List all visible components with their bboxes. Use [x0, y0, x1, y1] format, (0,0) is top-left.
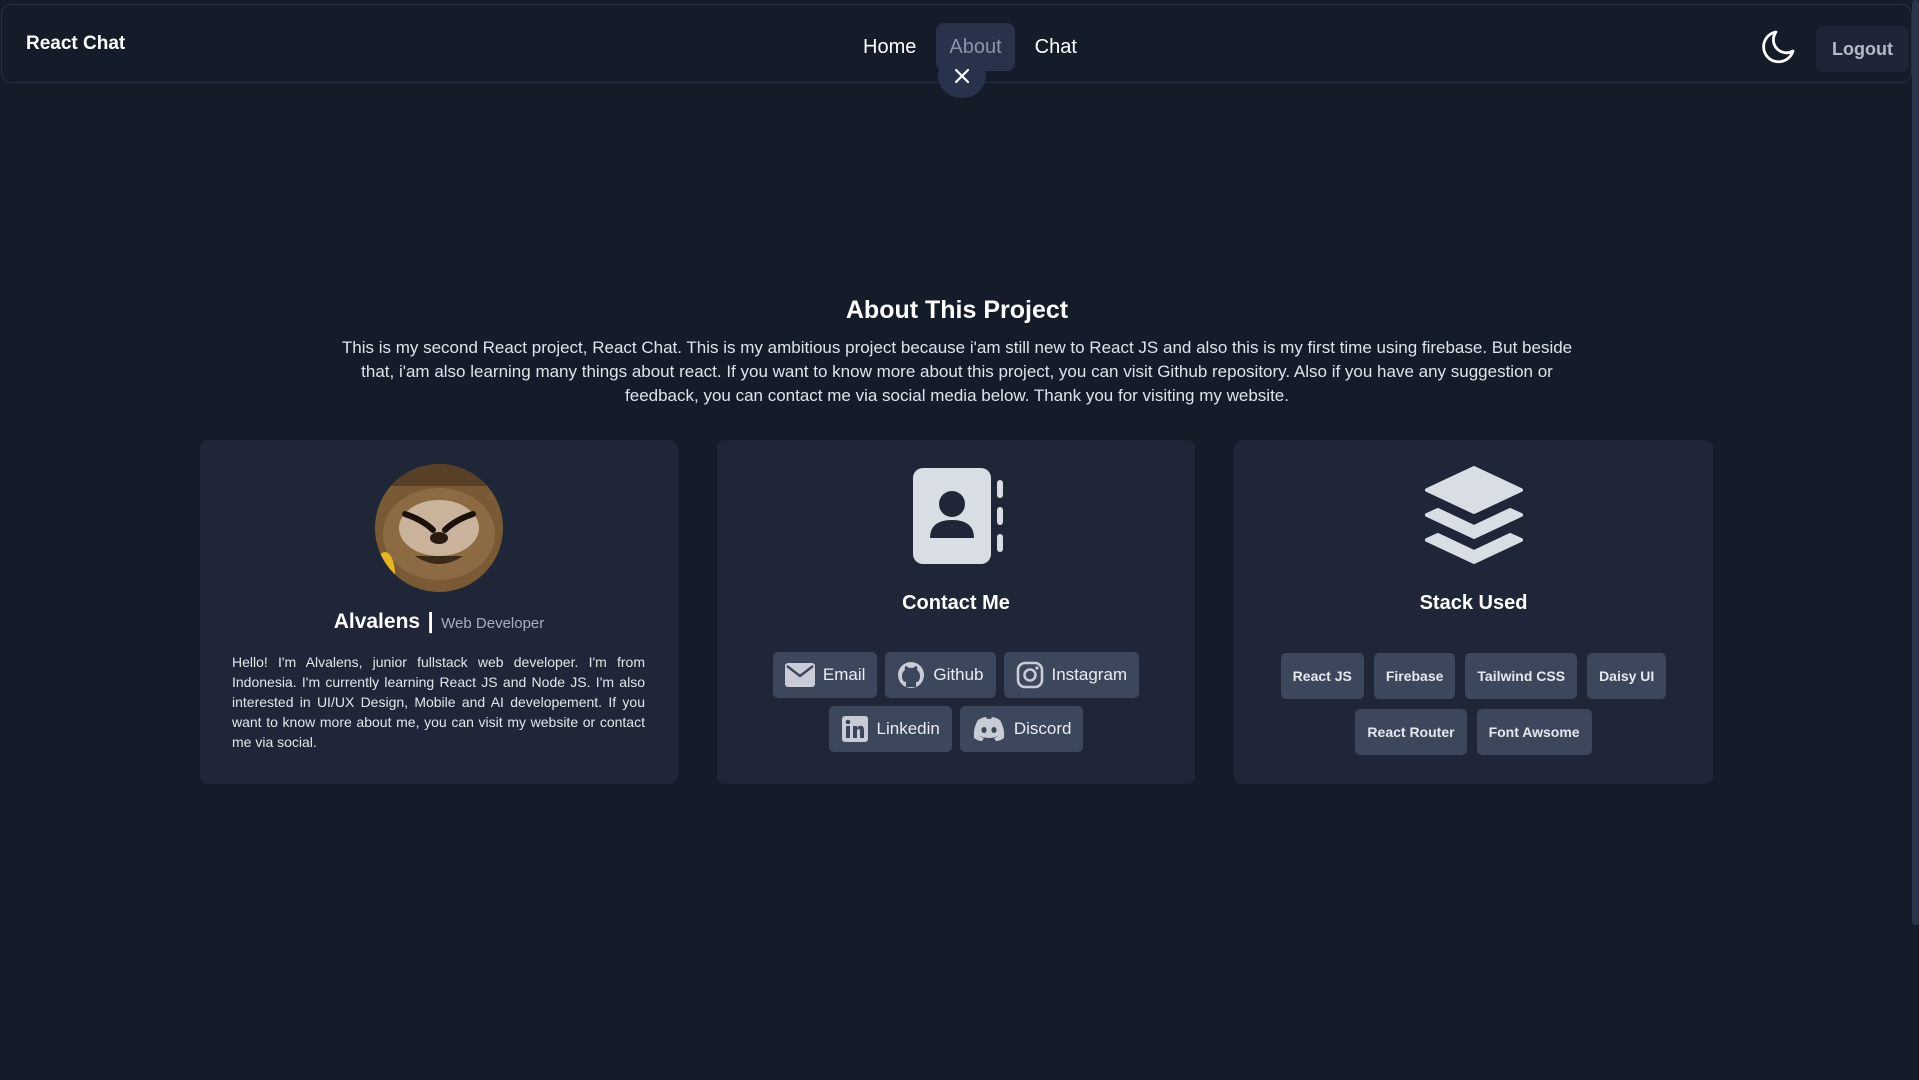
linkedin-label: Linkedin — [876, 719, 940, 738]
github-label: Github — [933, 665, 984, 684]
contact-title: Contact Me — [902, 592, 1010, 614]
stack-badge: Daisy UI — [1587, 653, 1667, 699]
theme-toggle[interactable] — [1758, 27, 1802, 71]
instagram-icon — [1016, 661, 1043, 689]
stack-card: Stack Used React JS Firebase Tailwind CS… — [1234, 440, 1713, 784]
instagram-button[interactable]: Instagram — [1003, 652, 1140, 698]
profile-heading: Alvalens | Web Developer — [200, 608, 678, 634]
github-icon — [898, 662, 925, 688]
scrollbar[interactable] — [1912, 0, 1919, 925]
avatar — [375, 464, 503, 592]
discord-icon — [973, 717, 1005, 741]
envelope-icon — [784, 663, 815, 687]
brand-logo[interactable]: React Chat — [26, 33, 125, 55]
close-button[interactable] — [938, 54, 986, 98]
page-title: About This Project — [845, 296, 1069, 324]
stack-badge: React Router — [1355, 709, 1467, 755]
social-row: Email Github Instagram — [717, 652, 1195, 698]
nav-link-home[interactable]: Home — [850, 23, 929, 71]
github-button[interactable]: Github — [885, 652, 996, 698]
layers-icon — [1425, 466, 1523, 564]
address-book-icon — [913, 468, 1003, 564]
email-button[interactable]: Email — [772, 652, 878, 698]
profile-role: Web Developer — [441, 615, 545, 632]
stack-row: React Router Font Awsome — [1234, 709, 1713, 755]
nav-link-chat[interactable]: Chat — [1022, 23, 1090, 71]
linkedin-button[interactable]: Linkedin — [828, 706, 952, 752]
instagram-label: Instagram — [1051, 665, 1128, 684]
profile-bio: Hello! I'm Alvalens, junior fullstack we… — [232, 654, 645, 750]
stack-badge: Tailwind CSS — [1465, 653, 1578, 699]
contact-card: Contact Me Email Github Instagram Linked… — [717, 440, 1195, 784]
stack-title: Stack Used — [1419, 592, 1528, 614]
stack-row: React JS Firebase Tailwind CSS Daisy UI — [1234, 653, 1713, 699]
linkedin-icon — [841, 716, 868, 742]
close-icon — [954, 68, 970, 84]
stack-badge: Font Awsome — [1476, 709, 1592, 755]
discord-button[interactable]: Discord — [959, 706, 1084, 752]
stack-badge: Firebase — [1373, 653, 1456, 699]
navbar: React Chat Home About Chat Logout — [1, 4, 1912, 98]
discord-label: Discord — [1013, 719, 1072, 738]
email-label: Email — [822, 665, 866, 684]
profile-name: Alvalens — [333, 610, 421, 633]
stack-badge: React JS — [1280, 653, 1364, 699]
moon-icon — [1762, 30, 1795, 64]
profile-card: Alvalens | Web Developer Hello! I'm Alva… — [200, 440, 678, 784]
profile-separator: | — [427, 608, 434, 633]
social-row: Linkedin Discord — [717, 706, 1195, 752]
about-page: React Chat Home About Chat Logout About … — [0, 0, 1919, 1080]
logout-button[interactable]: Logout — [1816, 26, 1909, 72]
project-description: This is my second React project, React C… — [341, 338, 1573, 405]
